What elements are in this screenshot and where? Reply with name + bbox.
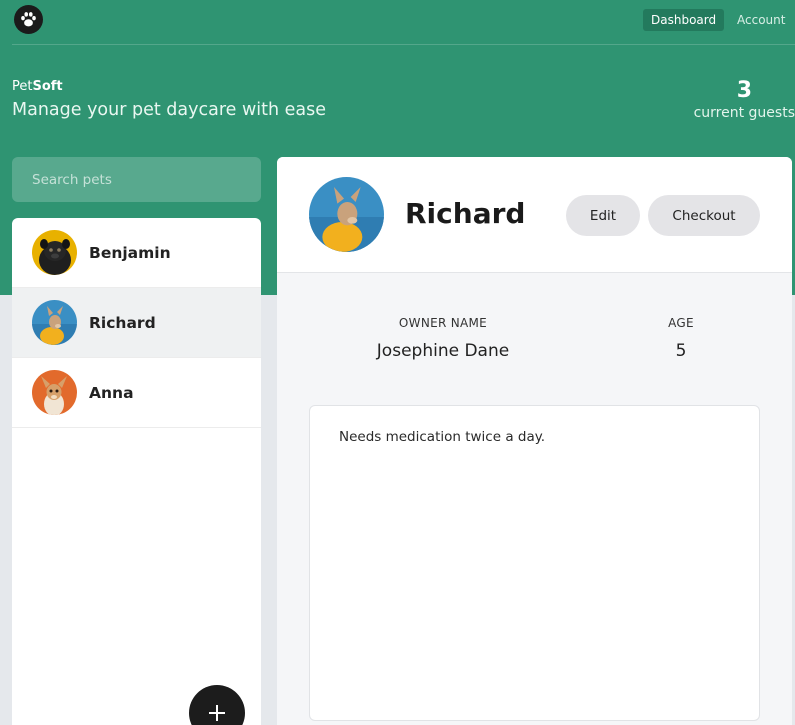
brand-prefix: Pet [12,79,33,94]
guest-count: 3 [736,78,752,103]
owner-name-label: OWNER NAME [398,316,488,330]
pet-name: Benjamin [89,244,171,262]
pet-list-item-benjamin[interactable]: Benjamin [12,218,261,288]
pet-detail-panel: Richard Edit Checkout OWNER NAME Josephi… [277,157,792,725]
age-value: 5 [675,341,687,361]
avatar [309,177,384,252]
pet-name: Richard [89,314,156,332]
notes-box: Needs medication twice a day. [309,405,760,721]
pet-detail-header: Richard Edit Checkout [277,157,792,273]
checkout-button[interactable]: Checkout [648,195,760,236]
pet-detail-name: Richard [405,197,526,230]
nav-account-link[interactable]: Account [729,9,793,31]
pet-name: Anna [89,384,134,402]
guest-count-label: current guests [693,105,795,121]
age-label: AGE [668,316,694,330]
nav-dashboard-link[interactable]: Dashboard [643,9,725,31]
avatar [32,370,77,415]
edit-button[interactable]: Edit [566,195,640,236]
pet-list: Benjamin Richard Anna [12,218,261,725]
plus-icon [209,705,225,721]
pet-list-item-anna[interactable]: Anna [12,358,261,428]
tagline: Manage your pet daycare with ease [12,100,327,120]
brand-suffix: Soft [32,79,63,94]
nav-divider [12,44,795,45]
pet-list-item-richard[interactable]: Richard [12,288,261,358]
search-input[interactable] [12,157,261,202]
avatar [32,300,77,345]
avatar [32,230,77,275]
paw-icon [21,12,36,27]
brand-name: PetSoft [12,79,63,94]
logo[interactable] [14,5,43,34]
notes-text: Needs medication twice a day. [339,429,546,445]
owner-name-value: Josephine Dane [376,341,510,361]
